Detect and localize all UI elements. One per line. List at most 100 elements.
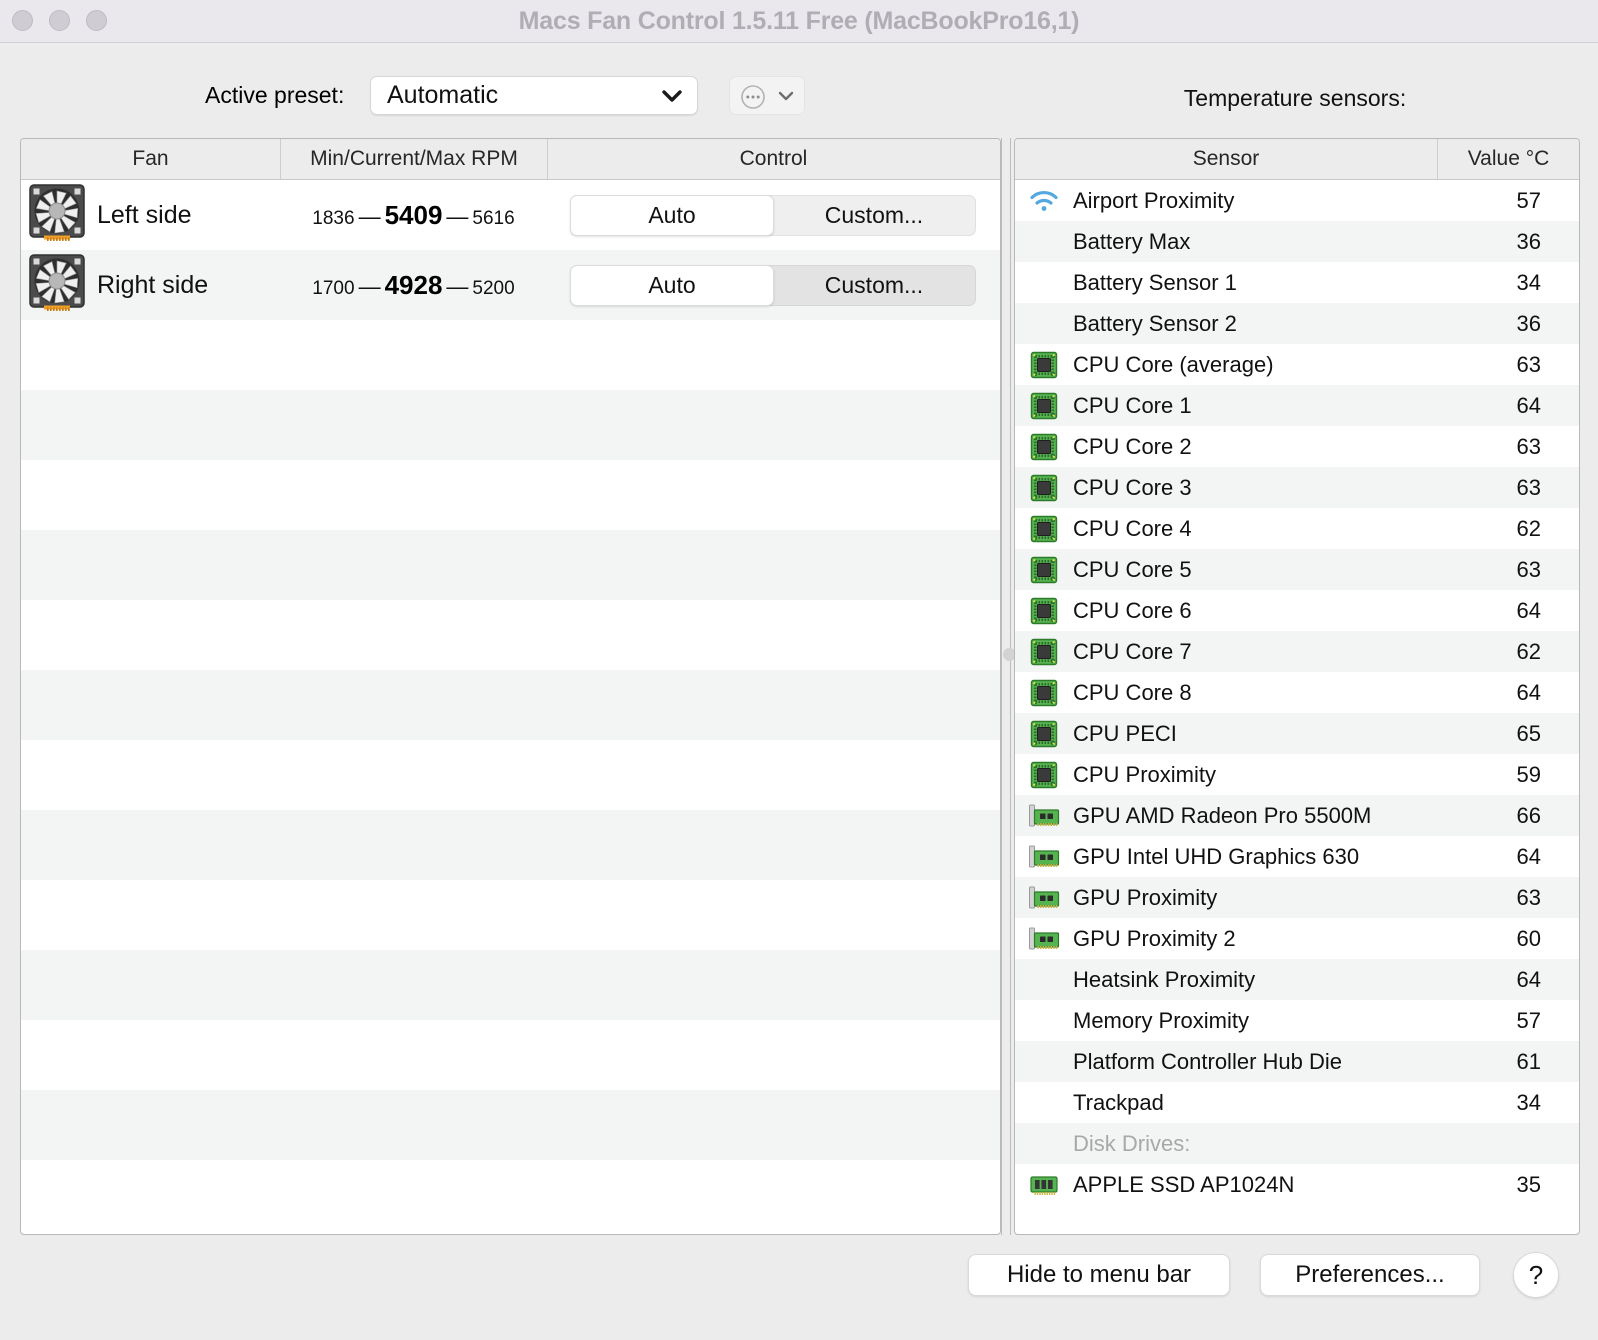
hide-to-menu-bar-button[interactable]: Hide to menu bar xyxy=(968,1254,1230,1296)
cpu-icon xyxy=(1030,474,1058,501)
sensor-section-label: Disk Drives: xyxy=(1073,1130,1191,1156)
control-column-header[interactable]: Control xyxy=(547,139,999,179)
fan-column-header[interactable]: Fan xyxy=(21,139,280,179)
sensor-table-row[interactable]: CPU Core 7 62 xyxy=(1015,631,1579,672)
fan-auto-button[interactable]: Auto xyxy=(570,194,774,236)
preset-options-button[interactable] xyxy=(729,76,805,115)
sensor-name-label: CPU Core 2 xyxy=(1073,433,1192,459)
sensor-column-header[interactable]: Sensor xyxy=(1015,139,1437,179)
sensor-name-label: Memory Proximity xyxy=(1073,1007,1250,1033)
sensor-value-label: 36 xyxy=(1516,228,1541,254)
rpm-separator: — xyxy=(446,273,469,299)
cpu-icon xyxy=(1030,597,1058,624)
sensor-value-label: 57 xyxy=(1516,1007,1541,1033)
fan-auto-button[interactable]: Auto xyxy=(570,264,774,306)
sensor-name-label: GPU Intel UHD Graphics 630 xyxy=(1073,843,1360,869)
pane-splitter[interactable] xyxy=(1001,138,1016,1235)
sensor-table-row[interactable]: CPU Core 4 62 xyxy=(1015,508,1579,549)
cpu-icon xyxy=(1015,679,1073,707)
sensor-table-row[interactable]: APPLE SSD AP1024N 35 xyxy=(1015,1164,1579,1205)
sensor-value-label: 65 xyxy=(1516,720,1541,746)
cpu-icon xyxy=(1030,761,1058,788)
sensor-table-row[interactable]: Platform Controller Hub Die 61 xyxy=(1015,1041,1579,1082)
sensor-value-label: 66 xyxy=(1516,802,1541,828)
fan-control-cell: Auto Custom... xyxy=(547,264,999,306)
sensor-table-row[interactable]: CPU Core 5 63 xyxy=(1015,549,1579,590)
sensor-table-row[interactable]: CPU Proximity 59 xyxy=(1015,754,1579,795)
sensor-table-row[interactable]: CPU Core 3 63 xyxy=(1015,467,1579,508)
fan-icon xyxy=(29,183,85,247)
sensor-value-label: 64 xyxy=(1516,392,1541,418)
sensor-value-label: 63 xyxy=(1516,433,1541,459)
fan-mode-segmented-control[interactable]: Auto Custom... xyxy=(570,194,976,236)
gpu-icon xyxy=(1029,845,1060,867)
cpu-icon xyxy=(1015,556,1073,584)
sensor-table-row[interactable]: Battery Sensor 2 36 xyxy=(1015,303,1579,344)
fan-custom-button[interactable]: Custom... xyxy=(773,196,975,235)
fan-table-empty-row xyxy=(21,1090,1000,1160)
sensor-value-label: 35 xyxy=(1516,1171,1541,1197)
ellipsis-circle-icon xyxy=(740,84,766,115)
active-preset-dropdown[interactable]: Automatic xyxy=(370,76,698,115)
wifi-icon xyxy=(1015,189,1073,213)
fan-icon xyxy=(29,253,85,311)
sensor-table-row[interactable]: CPU Core 6 64 xyxy=(1015,590,1579,631)
sensor-name-label: CPU PECI xyxy=(1073,720,1177,746)
sensor-table-row[interactable]: CPU Core 2 63 xyxy=(1015,426,1579,467)
sensor-table-row[interactable]: Battery Sensor 1 34 xyxy=(1015,262,1579,303)
sensor-name-label: GPU Proximity 2 xyxy=(1073,925,1236,951)
sensor-name-label: CPU Core 4 xyxy=(1073,515,1192,541)
sensor-name-label: CPU Core 6 xyxy=(1073,597,1192,623)
fan-table-empty-row xyxy=(21,320,1000,390)
fan-custom-button[interactable]: Custom... xyxy=(773,266,975,305)
cpu-icon xyxy=(1030,720,1058,747)
sensor-table-row[interactable]: Trackpad 34 xyxy=(1015,1082,1579,1123)
sensor-name-label: CPU Core (average) xyxy=(1073,351,1274,377)
sensor-table-row[interactable]: CPU Core (average) 63 xyxy=(1015,344,1579,385)
sensor-section-header-row: Disk Drives: xyxy=(1015,1123,1579,1164)
rpm-column-header[interactable]: Min/Current/Max RPM xyxy=(280,139,547,179)
sensor-name-label: Heatsink Proximity xyxy=(1073,966,1256,992)
sensor-table-row[interactable]: Memory Proximity 57 xyxy=(1015,1000,1579,1041)
fan-table-empty-row xyxy=(21,390,1000,460)
sensor-table-row[interactable]: GPU AMD Radeon Pro 5500M 66 xyxy=(1015,795,1579,836)
fan-max-rpm: 5200 xyxy=(472,277,515,299)
fan-min-rpm: 1700 xyxy=(312,277,355,299)
rpm-separator: — xyxy=(446,203,469,229)
sensor-table-row[interactable]: GPU Proximity 63 xyxy=(1015,877,1579,918)
fan-table-empty-row xyxy=(21,950,1000,1020)
sensor-table-row[interactable]: CPU Core 8 64 xyxy=(1015,672,1579,713)
sensor-name-label: CPU Core 8 xyxy=(1073,679,1192,705)
fan-table-empty-row xyxy=(21,1020,1000,1090)
sensor-table-row[interactable]: Battery Max 36 xyxy=(1015,221,1579,262)
sensor-table-row[interactable]: Heatsink Proximity 64 xyxy=(1015,959,1579,1000)
fan-mode-segmented-control[interactable]: Auto Custom... xyxy=(570,264,976,306)
sensor-name-label: Battery Max xyxy=(1073,228,1191,254)
chevron-down-icon xyxy=(777,89,795,108)
gpu-icon xyxy=(1015,884,1073,912)
sensor-table-row[interactable]: GPU Intel UHD Graphics 630 64 xyxy=(1015,836,1579,877)
help-button[interactable]: ? xyxy=(1513,1252,1559,1298)
sensor-table-row[interactable]: CPU PECI 65 xyxy=(1015,713,1579,754)
fan-name-label: Left side xyxy=(97,200,192,229)
fan-table-row[interactable]: Left side 1836—5409—5616 Auto Custom... xyxy=(21,180,1000,250)
fan-name-cell: Left side xyxy=(21,183,280,247)
sensor-table-row[interactable]: GPU Proximity 2 60 xyxy=(1015,918,1579,959)
sensor-value-label: 59 xyxy=(1516,761,1541,787)
value-column-header[interactable]: Value °C xyxy=(1437,139,1579,179)
wifi-icon xyxy=(1030,190,1058,211)
fan-table-row[interactable]: Right side 1700—4928—5200 Auto Custom... xyxy=(21,250,1000,320)
sensor-value-label: 60 xyxy=(1516,925,1541,951)
rpm-separator: — xyxy=(358,203,381,229)
sensor-table-row[interactable]: CPU Core 1 64 xyxy=(1015,385,1579,426)
cpu-icon xyxy=(1030,638,1058,665)
fan-table-empty-row xyxy=(21,880,1000,950)
sensor-value-label: 63 xyxy=(1516,474,1541,500)
ssd-icon xyxy=(1015,1172,1073,1198)
preferences-button[interactable]: Preferences... xyxy=(1260,1254,1480,1296)
sensor-value-label: 64 xyxy=(1516,679,1541,705)
cpu-icon xyxy=(1015,433,1073,461)
sensor-name-label: Platform Controller Hub Die xyxy=(1073,1048,1342,1074)
sensor-table-row[interactable]: Airport Proximity 57 xyxy=(1015,180,1579,221)
fan-table-empty-row xyxy=(21,810,1000,880)
